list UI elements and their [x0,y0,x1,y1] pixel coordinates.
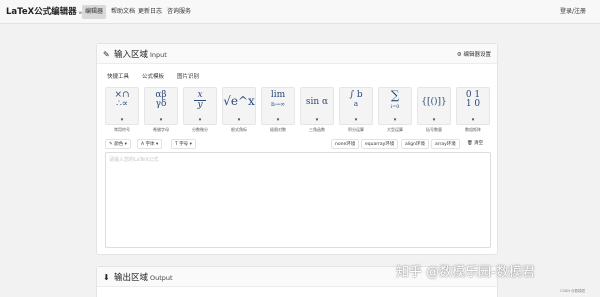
symbol-label: 积分运算 [348,127,364,132]
env-eqnarray-button[interactable]: equarray环境 [361,139,399,149]
size-dropdown[interactable]: T 字号 ▾ [171,139,196,149]
symbol-label: 大型运算 [387,127,403,132]
symbol-greek[interactable]: αβ γδ ▾ [144,87,178,125]
editor-settings-button[interactable]: ⚙ 编辑器设置 [457,50,491,58]
symbol-radical[interactable]: √e^x ▾ [222,87,256,125]
symbol-label: 极限对数 [270,127,286,132]
caret-down-icon: ▾ [159,117,163,123]
caret-down-icon: ▾ [432,117,436,123]
caret-down-icon: ▾ [276,117,280,123]
caret-down-icon: ▾ [198,117,202,123]
greek-letters-icon: αβ γδ [155,90,167,109]
env-array-button[interactable]: array环境 [431,139,460,149]
env-align-button[interactable]: align环境 [401,139,429,149]
symbol-sum[interactable]: ∑ i=0 ▾ [378,87,412,125]
input-title-text: 输入区域 [114,50,149,60]
fraction-icon: xy [184,91,216,110]
nav-changelog[interactable]: 更新日志 [135,5,165,19]
output-title-text: 输出区域 [114,273,149,283]
download-icon: ⬇ [103,273,110,282]
trash-icon: 🗑 [467,141,473,146]
caret-down-icon: ▾ [237,117,241,123]
output-panel-title: ⬇ 输出区域 Output [103,271,173,283]
editor-settings-label: 编辑器设置 [463,52,491,58]
latex-editor[interactable]: 请输入您的LaTeX公式 [105,152,491,248]
font-dropdown[interactable]: A 字体 ▾ [137,139,163,149]
editor-placeholder: 请输入您的LaTeX公式 [109,157,159,163]
caret-down-icon: ▾ [354,117,358,123]
size-label: 字号 [179,142,189,147]
font-label: 字体 [145,142,155,147]
symbol-label: 括号数量 [426,127,442,132]
clear-label: 清空 [474,141,484,146]
symbol-matrix[interactable]: 0 11 0 ▾ [456,87,490,125]
color-label: 颜色 [114,142,124,147]
common-symbols-icon: ×∩ ∴∝ [114,90,130,109]
radical-icon: √e^x [223,94,255,108]
env-none-button[interactable]: none环境 [331,139,360,149]
nav-help[interactable]: 帮助文档 [108,5,138,19]
nav-consult[interactable]: 咨询服务 [164,5,194,19]
watermark-small: CSDN @数模君 [560,289,586,293]
nav-editor[interactable]: 编辑器 [82,5,107,19]
symbol-trig[interactable]: sin α ▾ [300,87,334,125]
gear-icon: ⚙ [456,52,462,58]
watermark: 知乎 @数模乐园-数模君 [396,265,535,280]
symbol-label: 分数微分 [192,127,208,132]
login-register-link[interactable]: 登录/注册 [560,5,586,19]
symbol-label: 数组矩阵 [465,127,481,132]
input-panel: ✎ 输入区域 Input ⚙ 编辑器设置 快捷工具 公式模板 图片识别 ×∩ ∴∝ ▾… [96,43,498,255]
trig-icon: sin α [305,97,329,107]
limit-icon: lim n→∞ [270,90,286,109]
editor-toolbar: ✎ 颜色 ▾ A 字体 ▾ T 字号 ▾ none环境 equarray环境 a… [105,139,491,151]
text-size-icon: T [175,142,178,147]
caret-down-icon: ▾ [315,117,319,123]
caret-down-icon: ▾ [393,117,397,123]
color-dropdown[interactable]: ✎ 颜色 ▾ [105,139,131,149]
matrix-icon: 0 11 0 [465,90,481,109]
caret-down-icon: ▾ [120,117,124,123]
edit-icon: ✎ [103,50,110,59]
symbol-common[interactable]: ×∩ ∴∝ ▾ [105,87,139,125]
brackets-icon: {[()]} [421,97,447,107]
tab-formula-templates[interactable]: 公式模板 [142,72,164,80]
font-icon: A [141,142,145,147]
input-panel-title: ✎ 输入区域 Input [103,48,167,60]
integral-icon: ∫ ba [349,90,363,109]
symbol-label: 三角函数 [309,127,325,132]
tab-image-recognition[interactable]: 图片识别 [177,72,199,80]
symbol-limit[interactable]: lim n→∞ ▾ [261,87,295,125]
sum-icon: ∑ i=0 [390,88,400,110]
symbol-brackets[interactable]: {[()]} ▾ [417,87,451,125]
symbol-label: 根式角标 [231,127,247,132]
symbol-label: 常用符号 [114,127,130,132]
navbar: LaTeX公式编辑器ver1.72 编辑器 帮助文档 更新日志 咨询服务 登录/… [0,0,600,24]
caret-down-icon: ▾ [471,117,475,123]
input-title-en: Input [150,51,167,59]
output-title-en: Output [150,274,173,282]
symbol-label: 希腊字母 [153,127,169,132]
symbol-integral[interactable]: ∫ ba ▾ [339,87,373,125]
clear-button[interactable]: 🗑 清空 [464,139,486,149]
tab-quick-tools[interactable]: 快捷工具 [107,72,129,80]
brush-icon: ✎ [109,142,113,147]
input-panel-header: ✎ 输入区域 Input ⚙ 编辑器设置 [97,44,497,64]
symbol-fraction[interactable]: xy ▾ [183,87,217,125]
brand-name: LaTeX公式编辑器 [6,7,77,17]
